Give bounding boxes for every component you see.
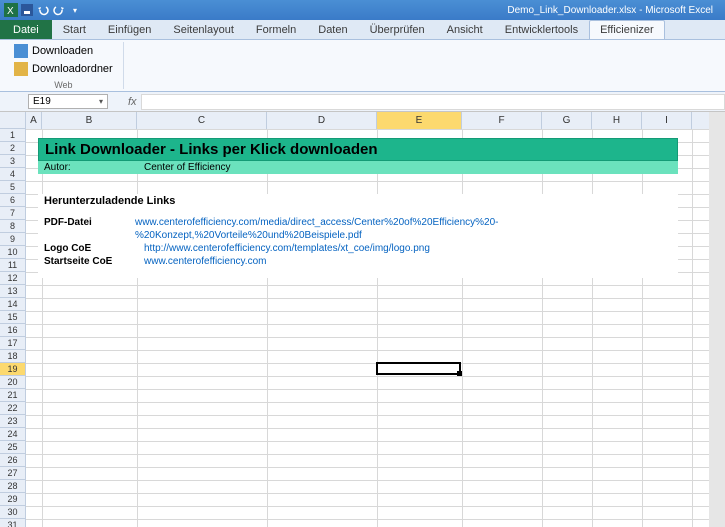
col-header-H[interactable]: H: [592, 112, 642, 129]
row-header-3[interactable]: 3: [0, 155, 26, 168]
row-header-24[interactable]: 24: [0, 428, 26, 441]
column-headers: ABCDEFGHIJ: [0, 112, 725, 129]
link-row: Logo CoEhttp://www.centerofefficiency.co…: [38, 242, 678, 255]
row-header-9[interactable]: 9: [0, 233, 26, 246]
group-label: Web: [10, 78, 117, 90]
row-header-6[interactable]: 6: [0, 194, 26, 207]
row-header-19[interactable]: 19: [0, 363, 26, 376]
row-header-4[interactable]: 4: [0, 168, 26, 181]
row-header-28[interactable]: 28: [0, 480, 26, 493]
row-header-13[interactable]: 13: [0, 285, 26, 298]
link-label: Startseite CoE: [44, 255, 144, 268]
download-icon: [14, 44, 28, 58]
row-header-18[interactable]: 18: [0, 350, 26, 363]
tab-seitenlayout[interactable]: Seitenlayout: [162, 20, 245, 39]
excel-icon: X: [4, 3, 18, 17]
tab-start[interactable]: Start: [52, 20, 97, 39]
ribbon-tabs: Datei StartEinfügenSeitenlayoutFormelnDa…: [0, 20, 725, 40]
row-header-16[interactable]: 16: [0, 324, 26, 337]
worksheet[interactable]: ABCDEFGHIJ 12345678910111213141516171819…: [0, 112, 725, 527]
row-headers: 1234567891011121314151617181920212223242…: [0, 129, 26, 527]
save-icon[interactable]: [20, 3, 34, 17]
svg-text:X: X: [7, 6, 14, 17]
ribbon: Downloaden Downloadordner Web: [0, 40, 725, 92]
col-header-D[interactable]: D: [267, 112, 377, 129]
row-header-7[interactable]: 7: [0, 207, 26, 220]
link-label: Logo CoE: [44, 242, 144, 255]
row-header-22[interactable]: 22: [0, 402, 26, 415]
name-box[interactable]: E19 ▾: [28, 94, 108, 109]
downloadordner-button[interactable]: Downloadordner: [10, 60, 117, 78]
row-header-29[interactable]: 29: [0, 493, 26, 506]
sheet-title: Link Downloader - Links per Klick downlo…: [38, 138, 678, 161]
folder-icon: [14, 62, 28, 76]
col-header-B[interactable]: B: [42, 112, 137, 129]
row-header-23[interactable]: 23: [0, 415, 26, 428]
row-header-14[interactable]: 14: [0, 298, 26, 311]
row-header-17[interactable]: 17: [0, 337, 26, 350]
row-header-10[interactable]: 10: [0, 246, 26, 259]
link-row: Startseite CoEwww.centerofefficiency.com: [38, 255, 678, 268]
author-row: Autor: Center of Efficiency: [38, 161, 678, 174]
link-url[interactable]: www.centerofefficiency.com: [144, 255, 266, 268]
subheading: Herunterzuladende Links: [38, 194, 678, 208]
row-header-5[interactable]: 5: [0, 181, 26, 194]
col-header-F[interactable]: F: [462, 112, 542, 129]
tab-daten[interactable]: Daten: [307, 20, 358, 39]
row-header-25[interactable]: 25: [0, 441, 26, 454]
vertical-scrollbar[interactable]: [709, 112, 725, 527]
window-title: Demo_Link_Downloader.xlsx - Microsoft Ex…: [507, 5, 713, 16]
row-header-8[interactable]: 8: [0, 220, 26, 233]
downloaden-button[interactable]: Downloaden: [10, 42, 117, 60]
row-header-26[interactable]: 26: [0, 454, 26, 467]
row-header-31[interactable]: 31: [0, 519, 26, 527]
row-header-21[interactable]: 21: [0, 389, 26, 402]
row-header-12[interactable]: 12: [0, 272, 26, 285]
link-label: PDF-Datei: [44, 216, 135, 242]
col-header-A[interactable]: A: [26, 112, 42, 129]
fx-icon[interactable]: fx: [128, 96, 137, 108]
col-header-E[interactable]: E: [377, 112, 462, 129]
link-url[interactable]: http://www.centerofefficiency.com/templa…: [144, 242, 430, 255]
link-row: PDF-Dateiwww.centerofefficiency.com/medi…: [38, 216, 678, 242]
qat-dropdown-icon[interactable]: ▾: [68, 3, 82, 17]
tab-überprüfen[interactable]: Überprüfen: [359, 20, 436, 39]
row-header-27[interactable]: 27: [0, 467, 26, 480]
tab-efficienizer[interactable]: Efficienizer: [589, 20, 665, 39]
name-box-value: E19: [33, 96, 51, 107]
row-header-15[interactable]: 15: [0, 311, 26, 324]
ribbon-group-web: Downloaden Downloadordner Web: [4, 42, 124, 89]
name-box-dropdown-icon[interactable]: ▾: [99, 97, 103, 106]
tab-file[interactable]: Datei: [0, 20, 52, 39]
product-text: Microsoft Excel: [645, 5, 713, 16]
col-header-C[interactable]: C: [137, 112, 267, 129]
row-header-2[interactable]: 2: [0, 142, 26, 155]
row-header-20[interactable]: 20: [0, 376, 26, 389]
redo-icon[interactable]: [52, 3, 66, 17]
row-header-11[interactable]: 11: [0, 259, 26, 272]
tab-entwicklertools[interactable]: Entwicklertools: [494, 20, 589, 39]
downloadordner-label: Downloadordner: [32, 63, 113, 75]
title-bar: X ▾ Demo_Link_Downloader.xlsx - Microsof…: [0, 0, 725, 20]
select-all-corner[interactable]: [0, 112, 26, 129]
author-label: Autor:: [44, 162, 144, 173]
author-value: Center of Efficiency: [144, 162, 231, 173]
formula-bar-row: E19 ▾ fx: [0, 92, 725, 112]
tab-einfügen[interactable]: Einfügen: [97, 20, 162, 39]
downloaden-label: Downloaden: [32, 45, 93, 57]
content-block: Link Downloader - Links per Klick downlo…: [38, 138, 678, 278]
col-header-I[interactable]: I: [642, 112, 692, 129]
formula-input[interactable]: [141, 94, 725, 110]
tab-ansicht[interactable]: Ansicht: [436, 20, 494, 39]
col-header-G[interactable]: G: [542, 112, 592, 129]
row-header-30[interactable]: 30: [0, 506, 26, 519]
undo-icon[interactable]: [36, 3, 50, 17]
row-header-1[interactable]: 1: [0, 129, 26, 142]
filename-text: Demo_Link_Downloader.xlsx: [507, 5, 636, 16]
tab-formeln[interactable]: Formeln: [245, 20, 307, 39]
quick-access-toolbar: X ▾: [4, 3, 82, 17]
link-url[interactable]: www.centerofefficiency.com/media/direct_…: [135, 216, 672, 242]
